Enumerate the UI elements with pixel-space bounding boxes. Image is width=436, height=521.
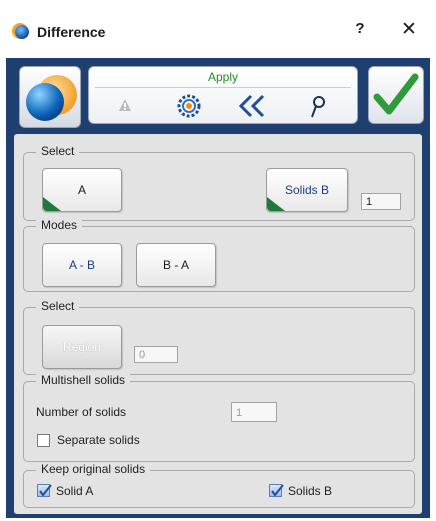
toolbar-divider (95, 87, 351, 88)
app-sphere-icon (15, 25, 29, 39)
number-of-solids-field[interactable]: 1 (231, 402, 277, 422)
modes-legend: Modes (36, 218, 83, 232)
select-group: Select A Solids B 1 (23, 144, 415, 221)
blue-sphere-icon (26, 83, 64, 121)
region-count-field[interactable]: 0 (134, 346, 178, 363)
preview-button[interactable] (19, 66, 81, 128)
select-a-label: A (77, 183, 86, 197)
multishell-group: Multishell solids Number of solids 1 Sep… (23, 373, 415, 462)
apply-toolbar: Apply (88, 66, 358, 124)
confirm-button[interactable] (368, 66, 424, 124)
gear-icon[interactable] (169, 91, 209, 121)
title-bar: Difference ? ✕ (0, 0, 436, 58)
dialog-body: Apply Select A Solids B 1 Modes A - B B … (6, 58, 430, 518)
b-minus-a-button[interactable]: B - A (136, 243, 216, 287)
checkmark-icon (39, 484, 52, 497)
selection-corner-icon (43, 197, 61, 211)
separate-solids-checkbox[interactable] (37, 434, 50, 447)
solid-a-label: Solid A (56, 484, 94, 498)
selection-corner-icon (267, 197, 285, 211)
probe-icon[interactable] (297, 91, 337, 121)
region-button[interactable]: Region (42, 325, 122, 369)
solids-b-label: Solids B (284, 183, 330, 197)
options-panel: Select A Solids B 1 Modes A - B B - A Se… (14, 134, 422, 514)
a-minus-b-button[interactable]: A - B (42, 243, 122, 287)
double-chevron-left-icon[interactable] (233, 91, 273, 121)
solids-b-button[interactable]: Solids B (266, 168, 348, 212)
keep-original-group: Keep original solids Solid A Solids B (23, 462, 415, 508)
select-legend: Select (36, 144, 80, 158)
modes-group: Modes A - B B - A (23, 218, 415, 292)
region-select-group: Select Region 0 (23, 299, 415, 375)
solids-b-count-field[interactable]: 1 (361, 193, 401, 210)
checkmark-icon (271, 484, 284, 497)
checkmark-icon (373, 73, 419, 115)
apply-button[interactable]: Apply (89, 70, 357, 84)
warning-icon[interactable] (105, 91, 145, 121)
number-of-solids-label: Number of solids (36, 405, 127, 419)
select-a-button[interactable]: A (42, 168, 122, 212)
separate-solids-label: Separate solids (57, 433, 140, 447)
help-button[interactable]: ? (350, 20, 370, 42)
keep-original-legend: Keep original solids (36, 462, 151, 476)
region-select-legend: Select (36, 299, 80, 313)
solid-a-checkbox[interactable] (37, 484, 52, 497)
solids-b-keep-label: Solids B (288, 484, 333, 498)
window-title: Difference (37, 24, 106, 40)
solids-b-checkbox[interactable] (269, 484, 284, 497)
close-button[interactable]: ✕ (398, 18, 420, 42)
multishell-legend: Multishell solids (36, 373, 131, 387)
